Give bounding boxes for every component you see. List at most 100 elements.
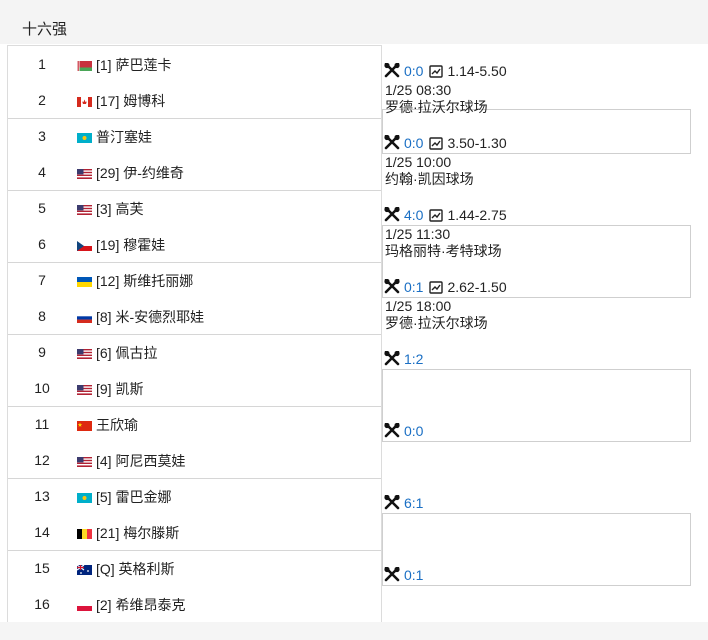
player-seed-number: 15 xyxy=(34,560,50,576)
match-line[interactable]: 0:1 xyxy=(384,566,423,585)
player-row[interactable]: 8 [8] 米-安德烈耶娃 xyxy=(8,298,381,334)
player-row[interactable]: 12 [4] 阿尼西莫娃 xyxy=(8,442,381,478)
match-score[interactable]: 0:0 xyxy=(404,423,423,439)
player-name: [8] 米-安德烈耶娃 xyxy=(96,309,205,325)
match-score[interactable]: 0:1 xyxy=(404,567,423,583)
match-odds: 1.14-5.50 xyxy=(447,63,507,79)
bel-flag-icon xyxy=(77,526,92,539)
usa-flag-icon xyxy=(77,454,92,467)
match-line[interactable]: 0:1 2.62-1.50 xyxy=(384,278,507,297)
section-header: 十六强 xyxy=(0,0,708,46)
player-seed-number: 4 xyxy=(38,164,46,180)
ukr-flag-icon xyxy=(77,274,92,287)
match-time: 1/25 08:30 xyxy=(385,82,452,98)
match-line[interactable]: 0:0 1.14-5.50 xyxy=(384,62,507,81)
player-row[interactable]: 10 [9] 凯斯 xyxy=(8,370,381,406)
player-seed-number: 7 xyxy=(38,272,46,288)
match-line[interactable]: 1:2 xyxy=(384,350,423,369)
player-row[interactable]: 3 普汀塞娃 xyxy=(8,118,381,154)
player-row[interactable]: 2 [17] 姆博科 xyxy=(8,82,381,118)
player-seed-number: 2 xyxy=(38,92,46,108)
match-line[interactable]: 0:0 xyxy=(384,422,423,441)
match-venue: 罗德·拉沃尔球场 xyxy=(385,315,488,331)
player-name: 普汀塞娃 xyxy=(96,129,152,145)
match-score[interactable]: 4:0 xyxy=(404,207,423,223)
player-name: [6] 佩古拉 xyxy=(96,345,158,361)
player-name: [3] 高芙 xyxy=(96,201,144,217)
player-row[interactable]: 13 [5] 雷巴金娜 xyxy=(8,478,381,514)
player-row[interactable]: 9 [6] 佩古拉 xyxy=(8,334,381,370)
usa-flag-icon xyxy=(77,202,92,215)
player-name: [19] 穆霍娃 xyxy=(96,237,166,253)
player-row[interactable]: 1 [1] 萨巴莲卡 xyxy=(8,46,381,82)
player-seed-number: 16 xyxy=(34,596,50,612)
match-line[interactable]: 0:0 3.50-1.30 xyxy=(384,134,507,153)
usa-flag-icon xyxy=(77,346,92,359)
player-row[interactable]: 16 [2] 希维昂泰克 xyxy=(8,586,381,622)
blr-flag-icon xyxy=(77,58,92,71)
player-seed-number: 11 xyxy=(34,416,50,432)
match-info: 1/25 18:00 罗德·拉沃尔球场 xyxy=(385,298,488,332)
player-seed-number: 3 xyxy=(38,128,46,144)
crossed-rackets-icon xyxy=(384,566,400,585)
player-name: [9] 凯斯 xyxy=(96,381,144,397)
player-row[interactable]: 5 [3] 高芙 xyxy=(8,190,381,226)
match-venue: 玛格丽特·考特球场 xyxy=(385,243,502,259)
match-line[interactable]: 4:0 1.44-2.75 xyxy=(384,206,507,225)
match-time: 1/25 11:30 xyxy=(385,226,451,242)
crossed-rackets-icon xyxy=(384,134,400,153)
kaz-flag-icon xyxy=(77,490,92,503)
crossed-rackets-icon xyxy=(384,350,400,369)
player-row[interactable]: 6 [19] 穆霍娃 xyxy=(8,226,381,262)
usa-flag-icon xyxy=(77,166,92,179)
footer-bar xyxy=(0,622,708,640)
match-pair-box xyxy=(382,369,691,442)
player-name: [4] 阿尼西莫娃 xyxy=(96,453,186,469)
match-time: 1/25 18:00 xyxy=(385,298,452,314)
crossed-rackets-icon xyxy=(384,422,400,441)
chn-flag-icon xyxy=(77,418,92,431)
player-list: 1 [1] 萨巴莲卡 2 [17] 姆博科 3 普汀塞娃 4 [29] 伊-约维奇 5 [3] 高… xyxy=(7,45,382,624)
player-seed-number: 14 xyxy=(34,524,50,540)
match-info: 1/25 11:30 玛格丽特·考特球场 xyxy=(385,226,502,260)
trend-chart-icon xyxy=(429,209,444,225)
aus-flag-icon xyxy=(76,562,92,575)
player-row[interactable]: 15 [Q] 英格利斯 xyxy=(8,550,381,586)
player-seed-number: 12 xyxy=(34,452,50,468)
player-seed-number: 5 xyxy=(38,200,46,216)
player-name: [29] 伊-约维奇 xyxy=(96,165,184,181)
match-info: 1/25 10:00 约翰·凯因球场 xyxy=(385,154,474,188)
match-info: 1/25 08:30 罗德·拉沃尔球场 xyxy=(385,82,488,116)
usa-flag-icon xyxy=(77,382,92,395)
match-line[interactable]: 6:1 xyxy=(384,494,423,513)
player-seed-number: 1 xyxy=(38,56,46,72)
player-row[interactable]: 7 [12] 斯维托丽娜 xyxy=(8,262,381,298)
match-pair-box xyxy=(382,513,691,586)
match-score[interactable]: 0:0 xyxy=(404,63,423,79)
match-score[interactable]: 1:2 xyxy=(404,351,423,367)
player-name: [5] 雷巴金娜 xyxy=(96,489,172,505)
match-odds: 1.44-2.75 xyxy=(447,207,507,223)
trend-chart-icon xyxy=(429,65,444,81)
player-row[interactable]: 14 [21] 梅尔滕斯 xyxy=(8,514,381,550)
match-score[interactable]: 0:0 xyxy=(404,135,423,151)
rus-flag-icon xyxy=(77,310,92,323)
trend-chart-icon xyxy=(429,137,444,153)
player-row[interactable]: 11 王欣瑜 xyxy=(8,406,381,442)
match-score[interactable]: 0:1 xyxy=(404,279,423,295)
kaz-flag-icon xyxy=(77,130,92,143)
cze-flag-icon xyxy=(77,238,92,251)
player-row[interactable]: 4 [29] 伊-约维奇 xyxy=(8,154,381,190)
match-venue: 约翰·凯因球场 xyxy=(385,171,474,187)
player-seed-number: 13 xyxy=(34,488,50,504)
match-time: 1/25 10:00 xyxy=(385,154,452,170)
player-name: [17] 姆博科 xyxy=(96,93,166,109)
match-odds: 2.62-1.50 xyxy=(447,279,507,295)
round-title: 十六强 xyxy=(22,21,68,38)
crossed-rackets-icon xyxy=(384,206,400,225)
trend-chart-icon xyxy=(429,281,444,297)
player-name: [Q] 英格利斯 xyxy=(96,561,175,577)
crossed-rackets-icon xyxy=(384,494,400,513)
player-seed-number: 6 xyxy=(38,236,46,252)
match-score[interactable]: 6:1 xyxy=(404,495,423,511)
